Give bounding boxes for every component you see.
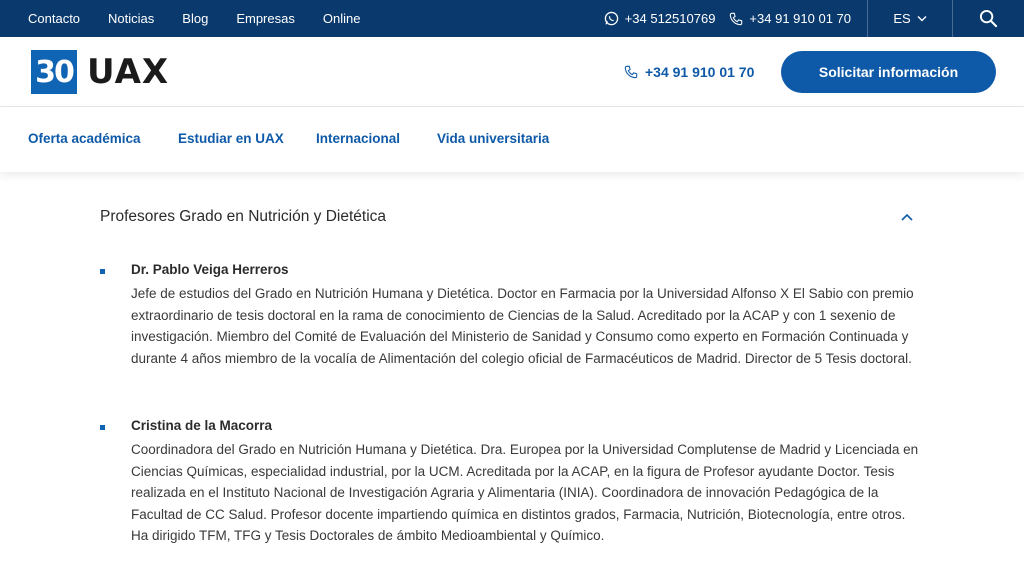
header-phone-number: +34 91 910 01 70: [645, 64, 755, 80]
phone-icon: [730, 12, 743, 25]
nav-item-oferta-academica[interactable]: Oferta académica: [28, 131, 141, 146]
uax-logo[interactable]: 30 UAX: [31, 50, 169, 94]
professor-description: Coordinadora del Grado en Nutrición Huma…: [131, 442, 919, 543]
top-link-noticias[interactable]: Noticias: [108, 11, 154, 26]
main-nav: Oferta académica Estudiar en UAX Interna…: [0, 107, 1024, 172]
accordion-title[interactable]: Profesores Grado en Nutrición y Dietétic…: [100, 208, 386, 226]
professor-name: Dr. Pablo Veiga Herreros: [131, 262, 289, 277]
professor-name: Cristina de la Macorra: [131, 418, 273, 433]
whatsapp-phone-number: +34 512510769: [624, 11, 716, 26]
language-label: ES: [893, 11, 911, 26]
nav-item-internacional[interactable]: Internacional: [316, 131, 400, 146]
header-phone-link[interactable]: +34 91 910 01 70: [624, 37, 754, 107]
top-link-contacto[interactable]: Contacto: [28, 11, 80, 26]
nav-item-estudiar-en-uax[interactable]: Estudiar en UAX: [178, 131, 284, 146]
search-icon: [979, 9, 998, 28]
top-phone-link[interactable]: +34 91 910 01 70: [729, 11, 851, 26]
phone-icon: [624, 65, 638, 79]
logo-badge: 30: [31, 50, 77, 94]
chevron-down-icon: [917, 16, 927, 22]
whatsapp-link[interactable]: +34 512510769: [604, 11, 716, 26]
top-phone-number: +34 91 910 01 70: [749, 11, 851, 26]
whatsapp-icon: [604, 11, 618, 26]
top-link-empresas[interactable]: Empresas: [236, 11, 295, 26]
nav-item-vida-universitaria[interactable]: Vida universitaria: [437, 131, 549, 146]
search-button[interactable]: [953, 0, 1024, 37]
site-header: 30 UAX +34 91 910 01 70 Solicitar inform…: [0, 37, 1024, 107]
language-selector[interactable]: ES: [868, 11, 952, 26]
bullet: [100, 425, 105, 430]
chevron-up-icon[interactable]: [900, 211, 914, 223]
top-bar: Contacto Noticias Blog Empresas Online +…: [0, 0, 1024, 37]
top-right-group: +34 512510769 +34 91 910 01 70 ES: [604, 0, 1024, 37]
request-info-button[interactable]: Solicitar información: [781, 51, 996, 93]
professor-description: Jefe de estudios del Grado en Nutrición …: [131, 286, 914, 366]
top-links: Contacto Noticias Blog Empresas Online: [28, 0, 388, 37]
bullet: [100, 269, 105, 274]
logo-text: UAX: [87, 52, 170, 92]
top-link-blog[interactable]: Blog: [182, 11, 208, 26]
top-link-online[interactable]: Online: [323, 11, 361, 26]
